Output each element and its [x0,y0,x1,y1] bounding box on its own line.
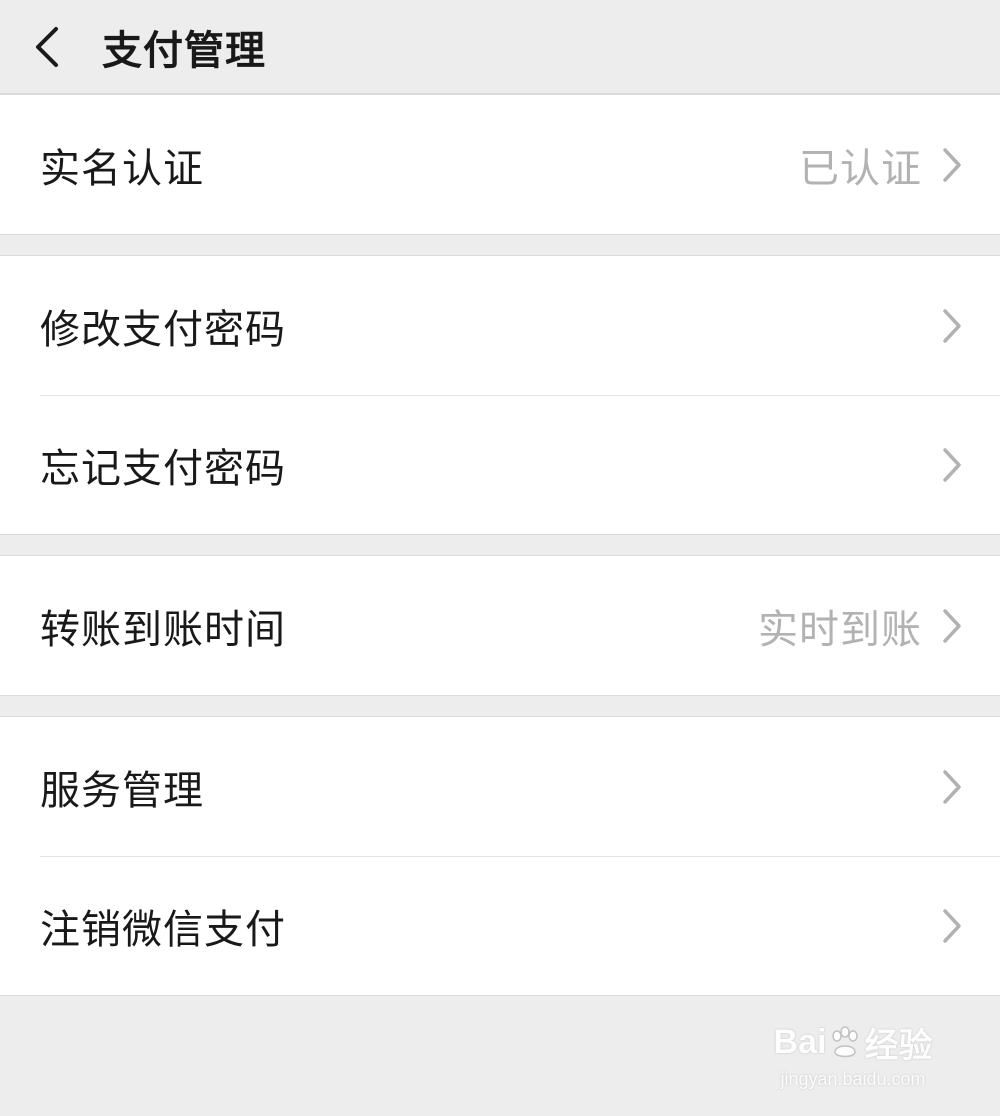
group-transfer: 转账到账时间 实时到账 [0,555,1000,696]
row-label: 转账到账时间 [40,606,286,653]
row-label: 服务管理 [40,767,204,814]
list-item-real-name[interactable]: 实名认证 已认证 [0,95,1000,234]
list-item-deregister-wechat-pay[interactable]: 注销微信支付 [0,856,1000,995]
chevron-right-icon [940,145,964,185]
list-item-transfer-time[interactable]: 转账到账时间 实时到账 [0,556,1000,695]
group-service: 服务管理 注销微信支付 [0,716,1000,996]
watermark-logo: Bai 经验 [758,1018,948,1067]
chevron-right-icon [940,906,964,946]
row-label: 实名认证 [40,145,204,192]
paw-icon [832,1025,859,1057]
group-verification: 实名认证 已认证 [0,94,1000,235]
row-label: 忘记支付密码 [40,445,286,492]
nav-bar: 支付管理 [0,0,1000,94]
row-label: 注销微信支付 [40,906,286,953]
watermark-url: jingyan.baidu.com [780,1069,926,1089]
chevron-right-icon [940,767,964,807]
row-value: 实时到账 [758,606,922,653]
watermark-logo-right: 经验 [864,1027,933,1065]
chevron-left-icon [36,26,58,67]
chevron-right-icon [940,306,964,346]
list-item-forgot-password[interactable]: 忘记支付密码 [0,395,1000,534]
group-password: 修改支付密码 忘记支付密码 [0,255,1000,535]
watermark-logo-left: Bai [773,1023,827,1061]
back-button[interactable] [0,0,90,94]
chevron-right-icon [940,445,964,485]
chevron-right-icon [940,606,964,646]
row-value: 已认证 [799,145,922,192]
list-item-change-password[interactable]: 修改支付密码 [0,256,1000,395]
row-label: 修改支付密码 [40,306,286,353]
list-item-service-management[interactable]: 服务管理 [0,717,1000,856]
page-title: 支付管理 [102,27,266,74]
baidu-jingyan-watermark: Bai 经验 jingyan.baidu.com [758,1018,948,1090]
